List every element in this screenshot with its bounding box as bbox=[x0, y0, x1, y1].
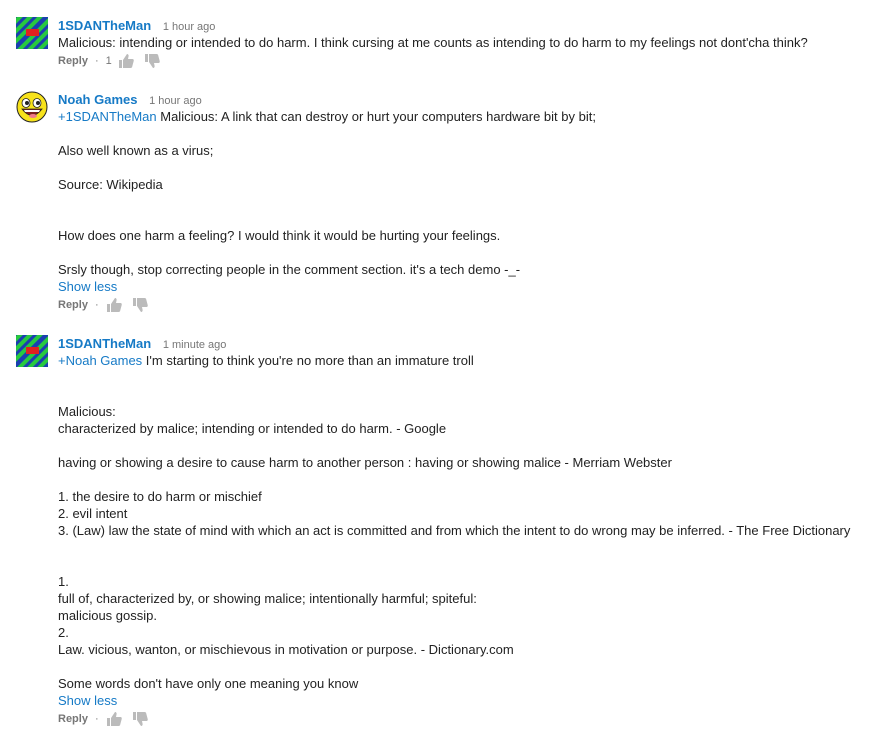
comment-text-line bbox=[58, 210, 874, 227]
separator-dot: · bbox=[94, 55, 99, 67]
thumbs-down-icon[interactable] bbox=[132, 297, 148, 313]
comment-header: 1SDANTheMan 1 minute ago bbox=[58, 335, 874, 352]
comment-text-line: malicious gossip. bbox=[58, 608, 157, 623]
comment-text-line bbox=[58, 244, 874, 261]
author-name[interactable]: 1SDANTheMan bbox=[58, 18, 151, 33]
mention-link[interactable]: +1SDANTheMan bbox=[58, 109, 157, 124]
comment-text: +Noah Games I'm starting to think you're… bbox=[58, 352, 874, 369]
comment-text-line: 1. the desire to do harm or mischief bbox=[58, 489, 262, 504]
timestamp[interactable]: 1 minute ago bbox=[163, 339, 227, 351]
comment-text-line bbox=[58, 159, 874, 176]
striped-avatar[interactable] bbox=[16, 335, 48, 367]
comment-text-line: full of, characterized by, or showing ma… bbox=[58, 591, 477, 606]
comment-actions: Reply · bbox=[58, 295, 874, 315]
comment-text-line: Some words don't have only one meaning y… bbox=[58, 676, 359, 691]
comment-content: Noah Games 1 hour ago +1SDANTheMan Malic… bbox=[58, 91, 874, 315]
comment-text-line: 2. bbox=[58, 625, 69, 640]
comment-text-line bbox=[58, 386, 874, 403]
comment-text-line: Law. vicious, wanton, or mischievous in … bbox=[58, 642, 514, 657]
like-count: 1 bbox=[105, 55, 112, 67]
show-less-link[interactable]: Show less bbox=[58, 278, 874, 295]
comment-text-rest: Malicious: A link that can destroy or hu… bbox=[156, 109, 596, 124]
thumbs-up-icon[interactable] bbox=[118, 53, 134, 69]
comment-text-line bbox=[58, 556, 874, 573]
comment-header: Noah Games 1 hour ago bbox=[58, 91, 874, 108]
comment-text-line: Source: Wikipedia bbox=[58, 177, 163, 192]
author-name[interactable]: 1SDANTheMan bbox=[58, 336, 151, 351]
comment-text-line: characterized by malice; intending or in… bbox=[58, 421, 447, 436]
reply-button[interactable]: Reply bbox=[58, 51, 88, 71]
author-name[interactable]: Noah Games bbox=[58, 92, 137, 107]
comment-text-line: having or showing a desire to cause harm… bbox=[58, 455, 672, 470]
comment-text-line: 1. bbox=[58, 574, 69, 589]
mention-link[interactable]: +Noah Games bbox=[58, 353, 142, 368]
comment-text-line bbox=[58, 471, 874, 488]
comment-text-line bbox=[58, 539, 874, 556]
comment-header: 1SDANTheMan 1 hour ago bbox=[58, 17, 874, 34]
comment-text-line: 2. evil intent bbox=[58, 506, 128, 521]
comment-content: 1SDANTheMan 1 hour ago Malicious: intend… bbox=[58, 17, 874, 71]
comment-actions: Reply · 1 bbox=[58, 51, 874, 71]
comment-text-line: Srsly though, stop correcting people in … bbox=[58, 262, 521, 277]
separator-dot: · bbox=[94, 713, 99, 725]
thumbs-up-icon[interactable] bbox=[106, 711, 122, 727]
comment-text: +1SDANTheMan Malicious: A link that can … bbox=[58, 108, 874, 125]
comment-content: 1SDANTheMan 1 minute ago +Noah Games I'm… bbox=[58, 335, 874, 729]
reply-button[interactable]: Reply bbox=[58, 295, 88, 315]
show-less-link[interactable]: Show less bbox=[58, 692, 874, 709]
striped-avatar[interactable] bbox=[16, 17, 48, 49]
thumbs-up-icon[interactable] bbox=[106, 297, 122, 313]
reply-button[interactable]: Reply bbox=[58, 709, 88, 729]
timestamp[interactable]: 1 hour ago bbox=[149, 95, 202, 107]
comment-text-rest: I'm starting to think you're no more tha… bbox=[142, 353, 474, 368]
comment-text-line: How does one harm a feeling? I would thi… bbox=[58, 228, 501, 243]
comment-text-line bbox=[58, 437, 874, 454]
comment-text-line: 3. (Law) law the state of mind with whic… bbox=[58, 523, 851, 538]
comment-text-line bbox=[58, 125, 874, 142]
comment-text-line: Malicious: bbox=[58, 404, 116, 419]
comment-text-line bbox=[58, 658, 874, 675]
comment-text: Malicious: intending or intended to do h… bbox=[58, 35, 808, 50]
thumbs-down-icon[interactable] bbox=[144, 53, 160, 69]
comment-text-line: Also well known as a virus; bbox=[58, 143, 214, 158]
thumbs-down-icon[interactable] bbox=[132, 711, 148, 727]
comment-actions: Reply · bbox=[58, 709, 874, 729]
comment-text-line bbox=[58, 193, 874, 210]
comment-text-line bbox=[58, 369, 874, 386]
timestamp[interactable]: 1 hour ago bbox=[163, 21, 216, 33]
awesome-face-avatar[interactable] bbox=[16, 91, 48, 123]
separator-dot: · bbox=[94, 299, 99, 311]
